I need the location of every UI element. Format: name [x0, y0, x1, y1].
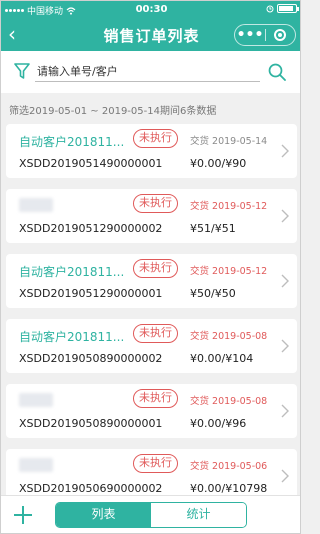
customer-name: 自动客户201811...	[19, 330, 125, 344]
customer-name: 自动客户201811...	[19, 265, 125, 279]
status-badge: 未执行	[133, 389, 178, 408]
mini-program-capsule: •••	[234, 24, 296, 46]
delivery-date: 交货 2019-05-08	[190, 331, 268, 342]
chevron-right-icon	[281, 469, 289, 483]
bottom-bar: 列表 统计	[1, 495, 300, 533]
order-number: XSDD2019051290000002	[19, 222, 163, 235]
order-amount: ¥50/¥50	[190, 287, 236, 300]
tab-statistics[interactable]: 统计	[151, 503, 246, 527]
status-badge: 未执行	[133, 194, 178, 213]
order-amount: ¥0.00/¥104	[190, 352, 254, 365]
close-mini-program-button[interactable]	[266, 29, 295, 41]
chevron-right-icon	[281, 339, 289, 353]
search-icon[interactable]	[268, 63, 286, 81]
delivery-date: 交货 2019-05-06	[190, 461, 268, 472]
nav-bar: ‹ 销售订单列表 •••	[1, 19, 300, 51]
status-badge: 未执行	[133, 454, 178, 473]
battery-level	[279, 6, 293, 11]
chevron-right-icon	[281, 209, 289, 223]
chevron-right-icon	[281, 404, 289, 418]
chevron-right-icon	[281, 274, 289, 288]
order-amount: ¥51/¥51	[190, 222, 236, 235]
customer-name: 自动客户201811...	[19, 135, 125, 149]
order-number: XSDD2019050690000002	[19, 482, 163, 495]
order-amount: ¥0.00/¥10798	[190, 482, 268, 495]
more-menu-button[interactable]: •••	[235, 28, 265, 42]
clock: 00:30	[135, 4, 168, 15]
filter-summary: 筛选2019-05-01 ~ 2019-05-14期间6条数据	[9, 106, 217, 117]
delivery-date: 交货 2019-05-12	[190, 266, 268, 277]
customer-name	[19, 198, 53, 212]
order-card[interactable]: 未执行 交货 2019-05-08 XSDD2019050890000001 ¥0.0…	[6, 384, 297, 438]
order-amount: ¥0.00/¥90	[190, 157, 247, 170]
status-right	[266, 4, 299, 13]
order-number: XSDD2019050890000002	[19, 352, 163, 365]
search-input[interactable]	[35, 62, 260, 82]
tab-list[interactable]: 列表	[56, 503, 151, 527]
target-icon	[274, 29, 287, 41]
delivery-date: 交货 2019-05-12	[190, 201, 268, 212]
order-card[interactable]: 自动客户201811... 未执行 交货 2019-05-14 XSDD2019051…	[6, 124, 297, 178]
view-switch: 列表 统计	[55, 502, 247, 528]
battery-icon	[277, 4, 299, 13]
customer-name	[19, 458, 53, 472]
status-badge: 未执行	[133, 324, 178, 343]
add-order-button[interactable]	[13, 505, 33, 525]
order-number: XSDD2019051490000001	[19, 157, 163, 170]
status-badge: 未执行	[133, 129, 178, 148]
order-card[interactable]: 未执行 交货 2019-05-12 XSDD2019051290000002 ¥51/…	[6, 189, 297, 243]
order-card[interactable]: 自动客户201811... 未执行 交货 2019-05-12 XSDD2019051…	[6, 254, 297, 308]
order-amount: ¥0.00/¥96	[190, 417, 247, 430]
delivery-date: 交货 2019-05-14	[190, 136, 268, 147]
status-bar: 中国移动 00:30	[1, 1, 300, 19]
order-card[interactable]: 自动客户201811... 未执行 交货 2019-05-08 XSDD2019050…	[6, 319, 297, 373]
alarm-icon	[266, 5, 274, 12]
delivery-date: 交货 2019-05-08	[190, 396, 268, 407]
status-badge: 未执行	[133, 259, 178, 278]
order-number: XSDD2019051290000001	[19, 287, 163, 300]
customer-name	[19, 393, 53, 407]
chevron-right-icon	[281, 144, 289, 158]
order-number: XSDD2019050890000001	[19, 417, 163, 430]
filter-icon[interactable]	[14, 62, 30, 80]
app-frame: 中国移动 00:30 ‹ 销售订单列表 ••• 筛选2019-05-01 ~ 2…	[0, 0, 301, 534]
search-bar	[1, 51, 300, 93]
